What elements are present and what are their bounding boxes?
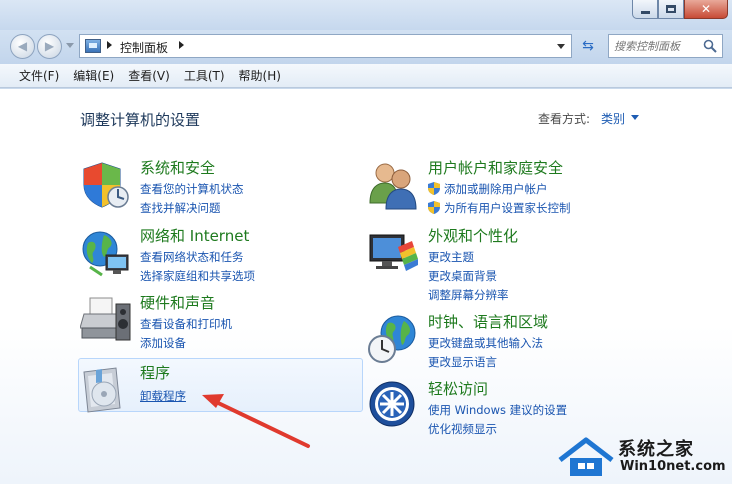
control-panel-icon [85,39,101,53]
link-change-theme[interactable]: 更改主题 [428,249,474,265]
window-controls: ✕ [632,0,728,19]
link-change-display-language[interactable]: 更改显示语言 [428,354,497,370]
refresh-icon: ⇆ [582,38,594,54]
link-label: 为所有用户设置家长控制 [444,201,571,215]
link-label: 添加或删除用户帐户 [444,182,548,196]
link-adjust-resolution[interactable]: 调整屏幕分辨率 [428,287,509,303]
category-title-clock-language-region[interactable]: 时钟、语言和区域 [428,311,548,332]
monitor-palette-icon [369,234,418,271]
search-input[interactable] [609,35,699,57]
menu-file[interactable]: 文件(F) [12,65,66,87]
uac-shield-icon [428,182,440,195]
menu-edit[interactable]: 编辑(E) [66,65,121,87]
view-by-label: 查看方式: [538,112,591,126]
menu-tools[interactable]: 工具(T) [177,65,232,87]
close-button[interactable]: ✕ [684,0,728,19]
minimize-button[interactable] [632,0,658,19]
title-bar: ✕ [0,0,732,30]
page-title: 调整计算机的设置 [80,111,201,129]
watermark-logo: 系统之家 Win10net.com [556,434,726,480]
maximize-icon [666,5,676,13]
watermark-title: 系统之家 [618,439,694,460]
menu-help[interactable]: 帮助(H) [232,65,288,87]
watermark-url: Win10net.com [620,459,726,474]
house-logo-icon [558,437,614,476]
address-bar[interactable]: 控制面板 [79,34,572,58]
content-area: 调整计算机的设置 查看方式: 类别 系统和安全 查看您的计算机状态 查找并解决问… [0,89,732,484]
category-title-ease-of-access[interactable]: 轻松访问 [428,378,488,399]
link-devices-printers[interactable]: 查看设备和打印机 [140,316,232,332]
printer-icon [80,297,131,341]
network-globe-icon [82,231,129,277]
category-title-user-accounts[interactable]: 用户帐户和家庭安全 [428,157,563,178]
chevron-down-icon[interactable] [631,115,639,120]
forward-arrow-icon: ▶ [44,39,55,53]
minimize-icon [640,10,650,14]
back-arrow-icon: ◀ [17,39,28,53]
users-icon [369,163,417,210]
link-homegroup-sharing[interactable]: 选择家庭组和共享选项 [140,268,255,284]
category-title-appearance[interactable]: 外观和个性化 [428,225,518,246]
clock-globe-icon [368,315,416,363]
category-title-programs[interactable]: 程序 [140,362,170,383]
category-title-hardware-sound[interactable]: 硬件和声音 [140,292,215,313]
view-by-dropdown[interactable]: 类别 [601,110,625,127]
category-title-system-security[interactable]: 系统和安全 [140,157,215,178]
breadcrumb-separator-icon[interactable] [179,41,184,49]
programs-box-icon [83,367,121,413]
menu-bar: 文件(F) 编辑(E) 查看(V) 工具(T) 帮助(H) [0,64,732,88]
link-change-desktop-background[interactable]: 更改桌面背景 [428,268,497,284]
close-icon: ✕ [700,2,712,16]
annotation-arrow [202,394,310,448]
refresh-button[interactable]: ⇆ [577,36,599,56]
address-history-dropdown[interactable] [557,44,565,49]
link-view-computer-status[interactable]: 查看您的计算机状态 [140,181,244,197]
recent-pages-dropdown[interactable] [66,43,74,48]
maximize-button[interactable] [658,0,684,19]
link-add-remove-accounts[interactable]: 添加或删除用户帐户 [428,181,548,197]
address-row: ◀ ▶ 控制面板 ⇆ [0,30,732,64]
link-parental-controls[interactable]: 为所有用户设置家长控制 [428,200,571,216]
uac-shield-icon [428,201,440,214]
search-icon[interactable] [703,39,717,53]
link-network-status-tasks[interactable]: 查看网络状态和任务 [140,249,244,265]
back-button[interactable]: ◀ [10,34,35,59]
menu-view[interactable]: 查看(V) [121,65,177,87]
ease-of-access-icon [369,381,415,427]
link-find-fix-problems[interactable]: 查找并解决问题 [140,200,221,216]
link-uninstall-program[interactable]: 卸载程序 [140,388,186,404]
breadcrumb-separator-icon[interactable] [107,41,112,49]
forward-button[interactable]: ▶ [37,34,62,59]
link-optimize-visual-display[interactable]: 优化视频显示 [428,421,497,437]
breadcrumb-control-panel[interactable]: 控制面板 [120,39,168,56]
link-recommended-settings[interactable]: 使用 Windows 建议的设置 [428,402,567,418]
category-title-network-internet[interactable]: 网络和 Internet [140,225,249,246]
search-box [608,34,723,58]
link-add-device[interactable]: 添加设备 [140,335,186,351]
shield-icon [83,162,129,208]
link-change-keyboards[interactable]: 更改键盘或其他输入法 [428,335,543,351]
